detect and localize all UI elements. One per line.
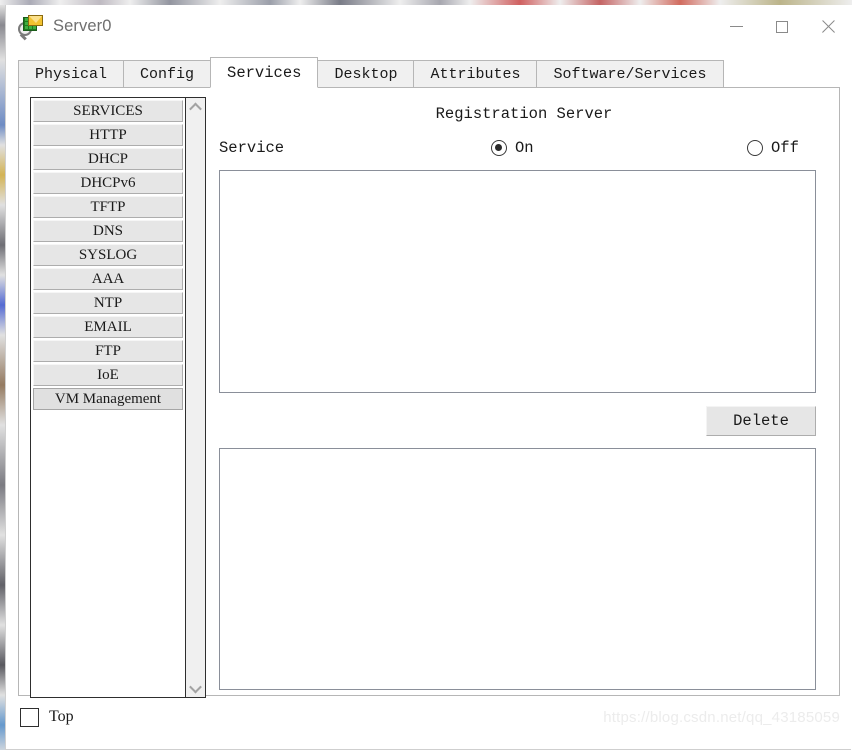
sidebar-item-ioe[interactable]: IoE: [33, 364, 183, 386]
sidebar-item-services[interactable]: SERVICES: [33, 100, 183, 122]
sidebar-item-syslog[interactable]: SYSLOG: [33, 244, 183, 266]
chevron-up-icon: [189, 102, 202, 115]
sidebar-item-http[interactable]: HTTP: [33, 124, 183, 146]
radio-on-label: On: [515, 139, 534, 157]
tab-content-services: SERVICES HTTP DHCP DHCPv6 TFTP DNS SYSLOG AAA NT…: [18, 88, 840, 698]
device-properties-window: Server0 Physical Config Services Desktop Att…: [5, 5, 851, 750]
top-checkbox[interactable]: [20, 707, 39, 727]
delete-button[interactable]: Delete: [706, 406, 816, 436]
tab-services[interactable]: Services: [210, 57, 319, 88]
service-off-radio[interactable]: Off: [747, 139, 799, 157]
service-on-radio[interactable]: On: [491, 139, 534, 157]
window-title: Server0: [53, 17, 112, 35]
radio-on-indicator: [491, 140, 507, 156]
registration-details-list[interactable]: [219, 448, 816, 690]
scroll-down-button[interactable]: [186, 679, 205, 697]
sidebar-item-dns[interactable]: DNS: [33, 220, 183, 242]
services-sidebar: SERVICES HTTP DHCP DHCPv6 TFTP DNS SYSLOG AAA NT…: [30, 97, 206, 698]
tab-desktop[interactable]: Desktop: [317, 60, 415, 88]
tab-config[interactable]: Config: [123, 60, 212, 88]
scroll-up-button[interactable]: [186, 98, 205, 116]
delete-button-row: Delete: [219, 406, 816, 436]
service-label: Service: [219, 139, 285, 157]
maximize-icon: [776, 20, 788, 33]
chevron-down-icon: [189, 680, 202, 693]
radio-off-label: Off: [771, 139, 799, 157]
tab-bar: Physical Config Services Desktop Attributes S…: [18, 57, 840, 88]
sidebar-item-ntp[interactable]: NTP: [33, 292, 183, 314]
sidebar-item-dhcpv6[interactable]: DHCPv6: [33, 172, 183, 194]
tab-attributes[interactable]: Attributes: [413, 60, 538, 88]
watermark: https://blog.csdn.net/qq_43185059: [603, 709, 840, 726]
registration-server-pane: Registration Server Service On Off Delet…: [219, 97, 829, 698]
services-scrollbar[interactable]: [186, 98, 205, 697]
close-button[interactable]: [805, 5, 851, 48]
registered-devices-list[interactable]: [219, 170, 816, 393]
window-controls: [713, 5, 851, 48]
sidebar-item-email[interactable]: EMAIL: [33, 316, 183, 338]
service-toggle-row: Service On Off: [219, 133, 829, 163]
services-list[interactable]: SERVICES HTTP DHCP DHCPv6 TFTP DNS SYSLOG AAA NT…: [31, 98, 186, 697]
sidebar-item-vm-management[interactable]: VM Management: [33, 388, 183, 410]
window-footer: Top https://blog.csdn.net/qq_43185059: [18, 696, 840, 738]
top-label: Top: [49, 708, 74, 725]
tab-software-services[interactable]: Software/Services: [536, 60, 724, 88]
minimize-icon: [729, 26, 743, 27]
sidebar-item-dhcp[interactable]: DHCP: [33, 148, 183, 170]
radio-off-indicator: [747, 140, 763, 156]
sidebar-item-ftp[interactable]: FTP: [33, 340, 183, 362]
pane-title: Registration Server: [435, 105, 613, 123]
minimize-button[interactable]: [713, 5, 759, 48]
maximize-button[interactable]: [759, 5, 805, 48]
window-titlebar: Server0: [6, 5, 851, 48]
tab-physical[interactable]: Physical: [18, 60, 125, 88]
close-icon: [821, 20, 835, 34]
packet-tracer-server-icon: [18, 14, 44, 40]
sidebar-item-aaa[interactable]: AAA: [33, 268, 183, 290]
sidebar-item-tftp[interactable]: TFTP: [33, 196, 183, 218]
